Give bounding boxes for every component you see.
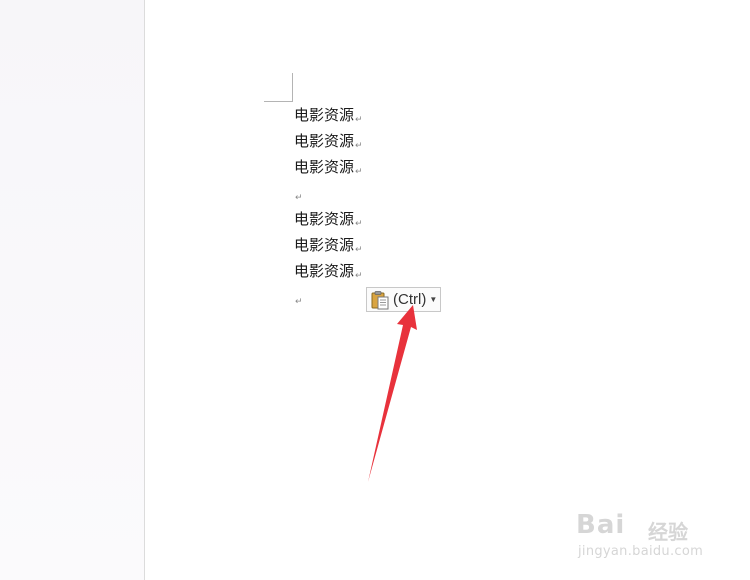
baidu-jingyan-watermark: Bai 经验 jingyan.baidu.com [576, 510, 716, 570]
red-annotation-arrow [368, 305, 417, 482]
watermark-sub: 经验 [648, 520, 688, 544]
watermark-brand: Bai [576, 510, 626, 540]
watermark-url: jingyan.baidu.com [578, 544, 704, 559]
arrow-shape [368, 305, 417, 482]
